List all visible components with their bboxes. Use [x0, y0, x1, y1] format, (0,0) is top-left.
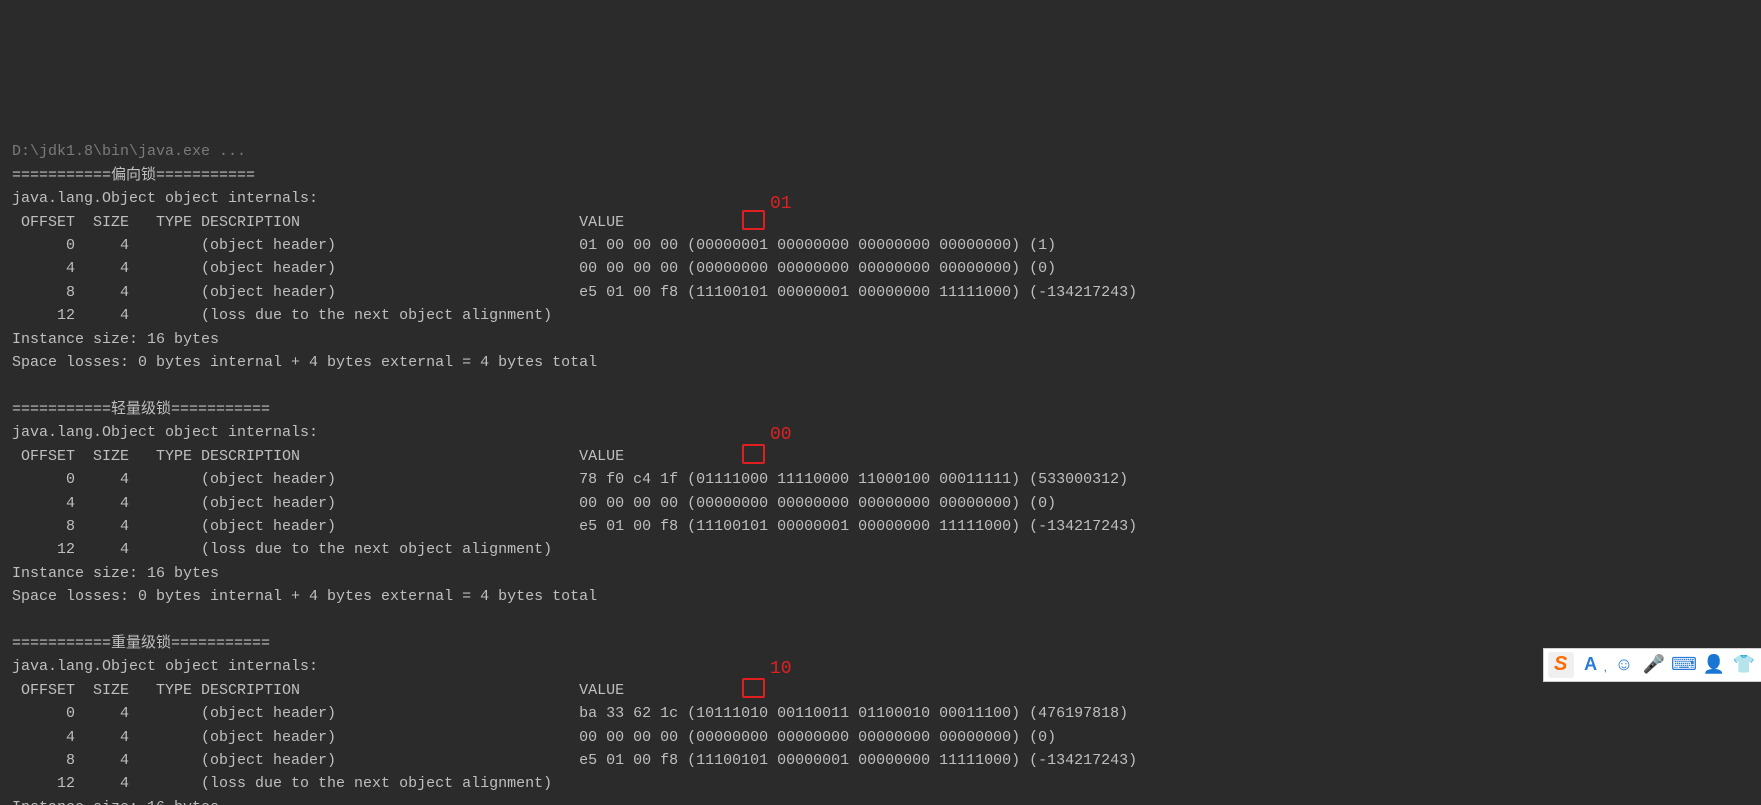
emoji-icon[interactable]: ☺ [1611, 652, 1637, 678]
output-body: ===========偏向锁=========== java.lang.Obje… [12, 164, 1749, 805]
highlight-box [742, 678, 765, 698]
ime-mode-icon[interactable]: A [1578, 652, 1604, 678]
ime-language-icon[interactable]: S [1548, 652, 1574, 678]
skin-icon[interactable]: 👕 [1731, 652, 1757, 678]
title-bar: D:\jdk1.8\bin\java.exe ... [12, 143, 246, 160]
ime-tray[interactable]: S A , ☺ 🎤 ⌨ 👤 👕 [1543, 648, 1761, 682]
keyboard-icon[interactable]: ⌨ [1671, 652, 1697, 678]
highlight-label: 10 [770, 658, 792, 681]
highlight-box [742, 444, 765, 464]
mic-icon[interactable]: 🎤 [1641, 652, 1667, 678]
highlight-box [742, 210, 765, 230]
account-icon[interactable]: 👤 [1701, 652, 1727, 678]
highlight-label: 01 [770, 193, 792, 216]
highlight-label: 00 [770, 424, 792, 447]
ime-punct-icon[interactable]: , [1604, 656, 1607, 679]
console-output[interactable]: D:\jdk1.8\bin\java.exe ... ===========偏向… [0, 117, 1761, 805]
